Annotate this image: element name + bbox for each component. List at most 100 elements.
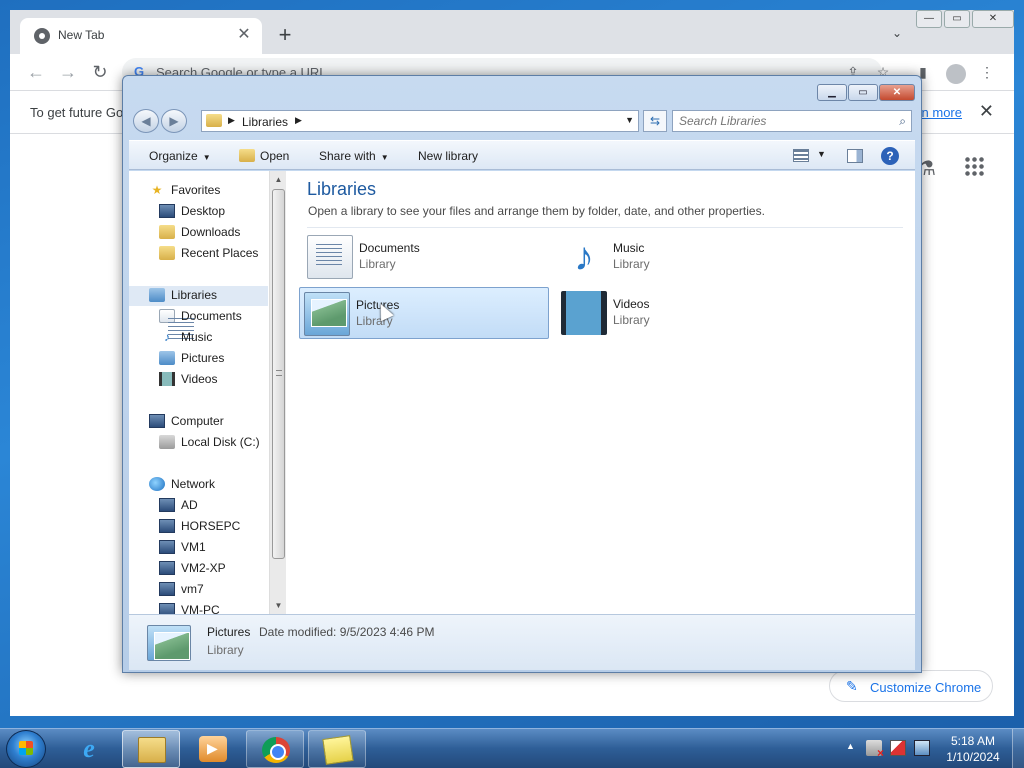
downloads-folder-icon (159, 225, 175, 239)
chrome-favicon-icon (34, 28, 50, 44)
explorer-close-button[interactable]: ✕ (879, 84, 915, 101)
selected-item-type: Library (207, 643, 244, 657)
taskbar-chrome[interactable] (246, 730, 304, 768)
new-tab-button[interactable]: + (272, 23, 298, 49)
nav-label: VM2-XP (181, 561, 226, 575)
videos-library-icon (561, 291, 607, 335)
chrome-menu-icon[interactable]: ⋮ (978, 64, 996, 82)
view-options-dropdown-icon[interactable]: ▼ (817, 149, 826, 159)
new-library-button[interactable]: New library (418, 149, 478, 163)
infobar-learn-more-link[interactable]: rn more (917, 105, 962, 120)
nav-network-ad[interactable]: AD (159, 496, 267, 516)
clock-time: 5:18 AM (950, 734, 996, 748)
favorites-star-icon: ★ (151, 183, 163, 197)
taskbar-sticky-notes[interactable] (308, 730, 366, 768)
chrome-maximize-button[interactable]: ▭ (944, 10, 970, 28)
library-documents[interactable]: Documents Library (303, 231, 553, 283)
explorer-maximize-button[interactable]: ▭ (848, 84, 878, 101)
google-apps-grid-icon[interactable] (964, 156, 984, 176)
recent-places-icon (159, 246, 175, 260)
profile-avatar[interactable] (946, 64, 966, 84)
desktop-icon (159, 204, 175, 218)
nav-music[interactable]: ♪ Music (159, 328, 267, 348)
address-history-dropdown-icon[interactable]: ▼ (625, 115, 634, 125)
nav-network-vm1[interactable]: VM1 (159, 538, 267, 558)
customize-chrome-label: Customize Chrome (870, 680, 982, 695)
organize-button[interactable]: Organize ▼ (149, 149, 211, 163)
tab-new-tab[interactable]: New Tab ✕ (20, 18, 262, 54)
share-with-button[interactable]: Share with ▼ (319, 149, 389, 163)
organize-label: Organize (149, 149, 198, 163)
action-center-flag-icon[interactable] (890, 740, 906, 756)
clock-date: 1/10/2024 (946, 750, 1000, 764)
nav-network[interactable]: Network (149, 475, 267, 495)
scroll-up-icon[interactable]: ▲ (270, 171, 287, 188)
nav-recent-places[interactable]: Recent Places (159, 244, 267, 264)
start-button[interactable] (6, 730, 46, 768)
explorer-back-icon[interactable]: ◀ (133, 109, 159, 133)
breadcrumb-separator-icon[interactable]: ▶ (228, 115, 235, 126)
media-player-icon (199, 736, 227, 762)
nav-favorites[interactable]: ★ Favorites (149, 181, 267, 201)
command-bar: Organize ▼ Open Share with ▼ New library ▼… (129, 140, 915, 170)
explorer-forward-icon[interactable]: ▶ (161, 109, 187, 133)
tab-close-icon[interactable]: ✕ (234, 25, 254, 45)
search-icon[interactable]: ⌕ (899, 114, 906, 129)
open-button[interactable]: Open (260, 149, 289, 163)
nav-local-disk[interactable]: Local Disk (C:) (159, 433, 267, 453)
taskbar-clock[interactable]: 5:18 AM 1/10/2024 (942, 733, 1004, 765)
nav-desktop[interactable]: Desktop (159, 202, 267, 222)
library-videos[interactable]: Videos Library (557, 287, 807, 339)
library-music[interactable]: ♪ Music Library (557, 231, 807, 283)
explorer-minimize-button[interactable]: ▁ (817, 84, 847, 101)
nav-videos[interactable]: Videos (159, 370, 267, 390)
nav-scrollbar[interactable]: ▲ ▼ (269, 171, 286, 614)
nav-libraries[interactable]: Libraries (129, 286, 269, 306)
nav-network-vm2-xp[interactable]: VM2-XP (159, 559, 267, 579)
library-pictures[interactable]: Pictures Library (299, 287, 549, 339)
taskbar-internet-explorer[interactable]: e (60, 730, 118, 768)
chrome-window-controls: — ▭ ✕ (916, 10, 1014, 30)
forward-arrow-icon[interactable]: → (56, 60, 80, 84)
nav-label: Computer (171, 414, 224, 428)
nav-network-vm7[interactable]: vm7 (159, 580, 267, 600)
chrome-minimize-button[interactable]: — (916, 10, 942, 28)
taskbar-media-player[interactable] (184, 730, 242, 768)
breadcrumb-trail-separator-icon[interactable]: ▶ (295, 115, 302, 126)
page-title: Libraries (307, 179, 377, 199)
nav-network-vm-pc[interactable]: VM-PC (159, 601, 267, 614)
scroll-down-icon[interactable]: ▼ (270, 597, 287, 614)
scroll-thumb[interactable] (272, 189, 285, 559)
network-globe-icon (149, 477, 165, 491)
help-icon[interactable]: ? (881, 147, 899, 165)
nav-downloads[interactable]: Downloads (159, 223, 267, 243)
network-tray-icon[interactable] (914, 740, 930, 756)
nav-documents[interactable]: Documents (159, 307, 267, 340)
search-input[interactable] (673, 111, 883, 131)
breadcrumb-libraries[interactable]: Libraries (242, 115, 288, 129)
search-box: ⌕ (672, 110, 912, 132)
taskbar-windows-explorer[interactable] (122, 730, 180, 768)
nav-pictures[interactable]: Pictures (159, 349, 267, 369)
address-bar[interactable]: ▶ Libraries ▶ ▼ (201, 110, 639, 132)
explorer-body: ★ Favorites Desktop Downloads Recent Pla… (129, 171, 915, 614)
nav-label: HORSEPC (181, 519, 241, 533)
refresh-icon[interactable]: ⇆ (643, 110, 667, 132)
nav-computer[interactable]: Computer (149, 412, 267, 432)
volume-muted-icon[interactable] (866, 740, 884, 760)
nav-network-horsepc[interactable]: HORSEPC (159, 517, 267, 537)
selected-item-icon (147, 625, 191, 661)
change-view-icon[interactable] (793, 149, 809, 162)
pictures-library-icon (304, 292, 350, 336)
back-arrow-icon[interactable]: ← (24, 60, 48, 84)
show-desktop-button[interactable] (1012, 729, 1024, 768)
computer-icon (149, 414, 165, 428)
reload-icon[interactable]: ↻ (88, 60, 112, 84)
infobar-close-icon[interactable]: ✕ (979, 101, 994, 122)
show-hidden-icons-icon[interactable]: ▲ (846, 741, 855, 751)
network-computer-icon (159, 582, 175, 596)
customize-chrome-button[interactable]: ✎ Customize Chrome (829, 670, 993, 702)
preview-pane-icon[interactable] (847, 149, 863, 163)
chrome-close-button[interactable]: ✕ (972, 10, 1014, 28)
tab-search-chevron-icon[interactable]: ⌄ (892, 26, 902, 40)
